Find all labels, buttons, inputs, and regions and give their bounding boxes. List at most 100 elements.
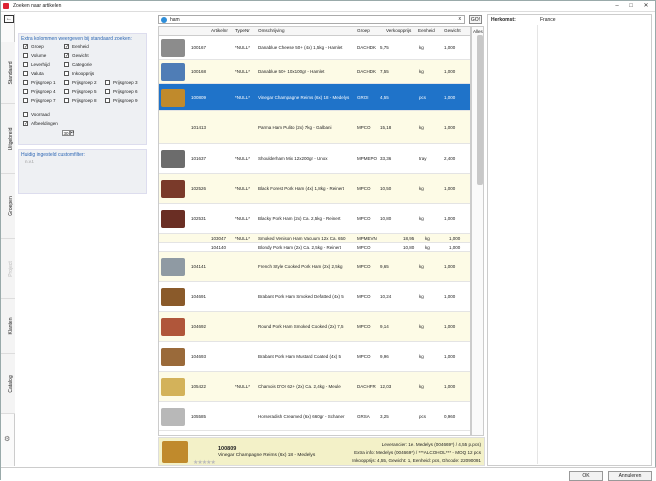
- go-button[interactable]: GO!: [469, 15, 482, 24]
- cell-gewicht: 1,000: [449, 236, 461, 241]
- checkbox-box[interactable]: [23, 98, 28, 104]
- cell-eenheid: kg: [419, 45, 424, 50]
- product-thumbnail: [161, 348, 185, 366]
- maximize-icon[interactable]: □: [625, 2, 637, 10]
- product-thumbnail: [161, 378, 185, 396]
- cell-omschrijving: Smoked Venison Ham Vacuum 12x Ca. 650: [258, 236, 346, 241]
- tab-uitgebreid[interactable]: Uitgebreid: [1, 104, 15, 174]
- checkbox-afbeeldingen[interactable]: Afbeeldingen: [23, 121, 58, 127]
- checkbox-prijsgroep-1[interactable]: Prijsgroep 1: [23, 80, 56, 86]
- checkbox-leverhijd[interactable]: Leverhijd: [23, 62, 50, 68]
- table-row[interactable]: 105585 Horseradish Creamed (6x) 660gr - S…: [159, 402, 470, 431]
- checkbox-box[interactable]: [64, 44, 69, 50]
- side-tab-bar: Standaard Uitgebreid Groepen Project Kla…: [1, 14, 15, 466]
- checkbox-groep[interactable]: Groep: [23, 44, 44, 50]
- tab-catalog[interactable]: Catalog: [1, 354, 15, 414]
- checkbox-box[interactable]: [23, 44, 28, 50]
- checkbox-label: Prijsgroep 8: [72, 98, 97, 103]
- table-row[interactable]: 105422 *NULL* Chamois D'Or 62+ (2x) Ca. 2,…: [159, 372, 470, 402]
- col-eenheid[interactable]: Eenheid: [418, 28, 435, 33]
- product-thumbnail: [161, 39, 185, 57]
- checkbox-box[interactable]: [23, 80, 28, 86]
- col-artikelnr[interactable]: Artikelnr: [211, 28, 228, 33]
- checkbox-box[interactable]: [64, 62, 69, 68]
- cell-artikelnr: 105585: [191, 414, 207, 419]
- checkbox-label: Leverhijd: [31, 62, 50, 67]
- stepper-arrows-icon[interactable]: ▴▾: [70, 130, 74, 136]
- table-row[interactable]: 104693 Brabant Pork Ham Mustard Coated (4…: [159, 342, 470, 372]
- checkbox-inkoopprijs[interactable]: Inkoopprijs: [64, 71, 94, 77]
- checkbox-box[interactable]: [23, 71, 28, 77]
- table-row[interactable]: 104692 Round Pork Ham Smoked Cooked (2x) …: [159, 312, 470, 342]
- checkbox-box[interactable]: [23, 121, 28, 127]
- title-bar: Zoeken naar artikelen – □ ✕: [1, 1, 655, 12]
- gear-icon[interactable]: ⚙: [4, 435, 10, 443]
- tab-project[interactable]: Project: [1, 239, 15, 299]
- table-row[interactable]: 100167 *NULL* Danablue Cheese 50+ (4x) 1,5…: [159, 36, 470, 60]
- checkbox-box[interactable]: [23, 112, 28, 118]
- col-gewicht[interactable]: Gewicht: [444, 28, 461, 33]
- product-thumbnail: [161, 288, 185, 306]
- col-verkoopprijs[interactable]: Verkoopprijs: [386, 28, 411, 33]
- table-row[interactable]: 103047 *NULL* Smoked Venison Ham Vacuum 12…: [159, 234, 470, 243]
- table-row[interactable]: 100809 *NULL* Vinegar Champagne Reims (6x)…: [159, 84, 470, 111]
- minimize-icon[interactable]: –: [611, 2, 623, 10]
- cell-artikelnr: 104141: [191, 264, 207, 269]
- rating-stars-icon[interactable]: ★★★★★: [193, 459, 216, 466]
- table-row[interactable]: 104140 Blondy Pork Ham (2x) Ca. 2,5kg - R…: [159, 243, 470, 252]
- product-thumbnail: [161, 180, 185, 198]
- cell-omschrijving: Brabant Pork Ham Mustard Coated (4x) 5: [258, 354, 342, 359]
- col-typenr[interactable]: TypeNr: [235, 28, 250, 33]
- col-omschrijving[interactable]: Omschrijving: [258, 28, 285, 33]
- checkbox-box[interactable]: [64, 80, 69, 86]
- table-row[interactable]: 104691 Brabant Pork Ham Smoked Defatted (…: [159, 282, 470, 312]
- cell-eenheid: pcs: [419, 414, 427, 419]
- checkbox-prijsgroep-6[interactable]: Prijsgroep 6: [105, 89, 138, 95]
- checkbox-box[interactable]: [105, 98, 110, 104]
- cell-verkoopprijs: 9,65: [380, 264, 389, 269]
- checkbox-gewicht[interactable]: Gewicht: [64, 53, 89, 59]
- checkbox-box[interactable]: [23, 53, 28, 59]
- checkbox-box[interactable]: [64, 98, 69, 104]
- checkbox-prijsgroep-5[interactable]: Prijsgroep 5: [64, 89, 97, 95]
- clear-search-button[interactable]: x: [459, 16, 462, 22]
- afbeeldingen-size-stepper[interactable]: 30 ▴▾: [62, 130, 74, 136]
- checkbox-valuta[interactable]: Valuta: [23, 71, 44, 77]
- vertical-scrollbar[interactable]: [477, 35, 483, 185]
- tab-groepen[interactable]: Groepen: [1, 174, 15, 239]
- close-icon[interactable]: ✕: [640, 2, 652, 10]
- checkbox-prijsgroep-8[interactable]: Prijsgroep 8: [64, 98, 97, 104]
- checkbox-box[interactable]: [23, 62, 28, 68]
- table-row[interactable]: 104141 French Style Cooked Pork Ham (2x) …: [159, 252, 470, 282]
- checkbox-volume[interactable]: Volume: [23, 53, 46, 59]
- search-box[interactable]: ham x: [158, 15, 465, 24]
- cell-omschrijving: Black Forest Pork Ham (4x) 1,8kg - Reine…: [258, 186, 345, 191]
- checkbox-prijsgroep-2[interactable]: Prijsgroep 2: [64, 80, 97, 86]
- checkbox-prijsgroep-3[interactable]: Prijsgroep 3: [105, 80, 138, 86]
- checkbox-prijsgroep-7[interactable]: Prijsgroep 7: [23, 98, 56, 104]
- checkbox-box[interactable]: [23, 89, 28, 95]
- checkbox-prijsgroep-4[interactable]: Prijsgroep 4: [23, 89, 56, 95]
- search-input[interactable]: ham: [170, 17, 180, 23]
- table-row[interactable]: 101413 Parma Ham Pulito (2x) 7kg - Galban…: [159, 111, 470, 144]
- cell-artikelnr: 102531: [191, 216, 207, 221]
- checkbox-box[interactable]: [64, 53, 69, 59]
- checkbox-box[interactable]: [105, 89, 110, 95]
- table-row[interactable]: 102526 *NULL* Black Forest Pork Ham (4x) 1…: [159, 174, 470, 204]
- checkbox-box[interactable]: [64, 71, 69, 77]
- col-groep[interactable]: Groep: [357, 28, 370, 33]
- table-row[interactable]: 102531 *NULL* Blacky Pork Ham (2x) Ca. 2,5…: [159, 204, 470, 234]
- table-row[interactable]: 101637 *NULL* Shoulderham Mix 12x200gr - U…: [159, 144, 470, 174]
- checkbox-box[interactable]: [105, 80, 110, 86]
- detail-name: Vinegar Champagne Reims (6x) 18 - Medely…: [218, 453, 316, 458]
- checkbox-categorie[interactable]: Categorie: [64, 62, 92, 68]
- tab-standaard[interactable]: Standaard: [1, 42, 15, 104]
- checkbox-eenheid[interactable]: Eenheid: [64, 44, 89, 50]
- table-row[interactable]: 100168 *NULL* Danablue 50+ 10x100gr - Haml…: [159, 60, 470, 84]
- back-arrow-icon[interactable]: ←: [4, 15, 14, 23]
- checkbox-prijsgroep-9[interactable]: Prijsgroep 9: [105, 98, 138, 104]
- product-image: [162, 441, 188, 463]
- checkbox-voorraad[interactable]: Voorraad: [23, 112, 50, 118]
- checkbox-box[interactable]: [64, 89, 69, 95]
- tab-klanten[interactable]: Klanten: [1, 299, 15, 354]
